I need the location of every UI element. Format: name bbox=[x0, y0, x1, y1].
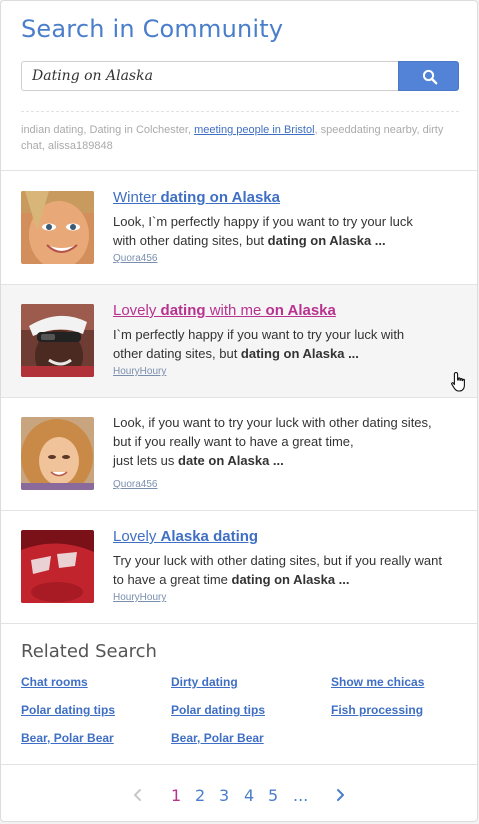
result-item: Lovely Alaska dating Try your luck with … bbox=[1, 511, 477, 624]
author-link[interactable]: HouryHoury bbox=[113, 366, 166, 377]
result-item: Winter dating on Alaska Look, I`m perfec… bbox=[1, 172, 477, 285]
author-link[interactable]: Quora456 bbox=[113, 479, 157, 490]
suggestion-text: indian dating, Dating in Colchester, bbox=[21, 124, 195, 136]
chevron-left-icon[interactable] bbox=[131, 788, 145, 802]
snippet-text: with other dating sites, but bbox=[113, 233, 268, 248]
result-title-link[interactable]: Lovely dating with me on Alaska bbox=[113, 302, 336, 319]
divider bbox=[21, 111, 459, 112]
page-ellipsis: ... bbox=[293, 786, 309, 805]
result-title-link[interactable]: Winter dating on Alaska bbox=[113, 189, 280, 206]
snippet-line: Try your luck with other dating sites, b… bbox=[113, 553, 442, 568]
snippet-line: with other dating sites, but dating on A… bbox=[113, 231, 453, 250]
chevron-right-icon[interactable] bbox=[333, 788, 347, 802]
title-keyword: Alaska dating bbox=[160, 528, 259, 545]
related-link[interactable]: Polar dating tips bbox=[171, 703, 265, 717]
snippet-line: Look, if you want to try your luck with … bbox=[113, 415, 432, 430]
page-4-link[interactable]: 4 bbox=[244, 786, 254, 805]
search-icon bbox=[422, 69, 438, 85]
page-2-link[interactable]: 2 bbox=[195, 786, 205, 805]
result-snippet: Look, if you want to try your luck with … bbox=[113, 413, 453, 470]
snippet-line: to have a great time dating on Alaska ..… bbox=[113, 570, 453, 589]
title-keyword: on Alaska bbox=[265, 302, 336, 319]
title-keyword: dating on Alaska bbox=[160, 189, 280, 206]
page-1-link[interactable]: 1 bbox=[171, 786, 181, 805]
result-snippet: I`m perfectly happy if you want to try y… bbox=[113, 325, 453, 363]
result-item: Look, if you want to try your luck with … bbox=[1, 398, 477, 511]
related-link[interactable]: Polar dating tips bbox=[21, 703, 115, 717]
title-keyword: dating bbox=[160, 302, 206, 319]
snippet-text: to have a great time bbox=[113, 572, 232, 587]
avatar[interactable] bbox=[21, 417, 94, 490]
hand-cursor-icon bbox=[451, 371, 465, 392]
pagination: 1 2 3 4 5 ... bbox=[1, 766, 477, 821]
page-title: Search in Community bbox=[21, 15, 284, 43]
title-text: Lovely bbox=[113, 302, 161, 319]
snippet-line: just lets us date on Alaska ... bbox=[113, 451, 453, 470]
snippet-keyword: dating on Alaska ... bbox=[267, 233, 386, 248]
related-search-title: Related Search bbox=[21, 641, 157, 662]
page-5-link[interactable]: 5 bbox=[268, 786, 278, 805]
search-input[interactable] bbox=[21, 61, 398, 91]
snippet-line: other dating sites, but dating on Alaska… bbox=[113, 344, 453, 363]
related-link[interactable]: Bear, Polar Bear bbox=[171, 731, 264, 745]
avatar[interactable] bbox=[21, 530, 94, 603]
related-search: Related Search Chat rooms Dirty dating S… bbox=[1, 623, 477, 765]
snippet-line: I`m perfectly happy if you want to try y… bbox=[113, 327, 405, 342]
related-link[interactable]: Fish processing bbox=[331, 703, 423, 717]
snippet-line: Look, I`m perfectly happy if you want to… bbox=[113, 214, 413, 229]
avatar[interactable] bbox=[21, 191, 94, 264]
snippet-text: just lets us bbox=[113, 453, 179, 468]
result-snippet: Try your luck with other dating sites, b… bbox=[113, 551, 453, 589]
result-snippet: Look, I`m perfectly happy if you want to… bbox=[113, 212, 453, 250]
search-button[interactable] bbox=[398, 61, 459, 91]
snippet-text: other dating sites, but bbox=[113, 346, 241, 361]
search-header: Search in Community indian dating, Datin… bbox=[1, 1, 477, 171]
related-link[interactable]: Chat rooms bbox=[21, 675, 88, 689]
result-item: Lovely dating with me on Alaska I`m perf… bbox=[1, 285, 477, 398]
related-link[interactable]: Bear, Polar Bear bbox=[21, 731, 114, 745]
result-title-link[interactable]: Lovely Alaska dating bbox=[113, 528, 258, 545]
related-link[interactable]: Dirty dating bbox=[171, 675, 238, 689]
search-community-panel: Search in Community indian dating, Datin… bbox=[0, 0, 478, 822]
title-text: with me bbox=[205, 302, 266, 319]
avatar[interactable] bbox=[21, 304, 94, 377]
author-link[interactable]: HouryHoury bbox=[113, 592, 166, 603]
suggestion-link[interactable]: meeting people in Bristol bbox=[194, 124, 314, 136]
related-link[interactable]: Show me chicas bbox=[331, 675, 424, 689]
snippet-line: but if you really want to have a great t… bbox=[113, 434, 354, 449]
title-text: Lovely bbox=[113, 528, 161, 545]
snippet-keyword: dating on Alaska ... bbox=[231, 572, 350, 587]
search-suggestions: indian dating, Dating in Colchester, mee… bbox=[21, 122, 461, 154]
author-link[interactable]: Quora456 bbox=[113, 253, 157, 264]
title-text: Winter bbox=[113, 189, 161, 206]
snippet-keyword: dating on Alaska ... bbox=[240, 346, 359, 361]
snippet-keyword: date on Alaska ... bbox=[178, 453, 284, 468]
page-3-link[interactable]: 3 bbox=[219, 786, 229, 805]
